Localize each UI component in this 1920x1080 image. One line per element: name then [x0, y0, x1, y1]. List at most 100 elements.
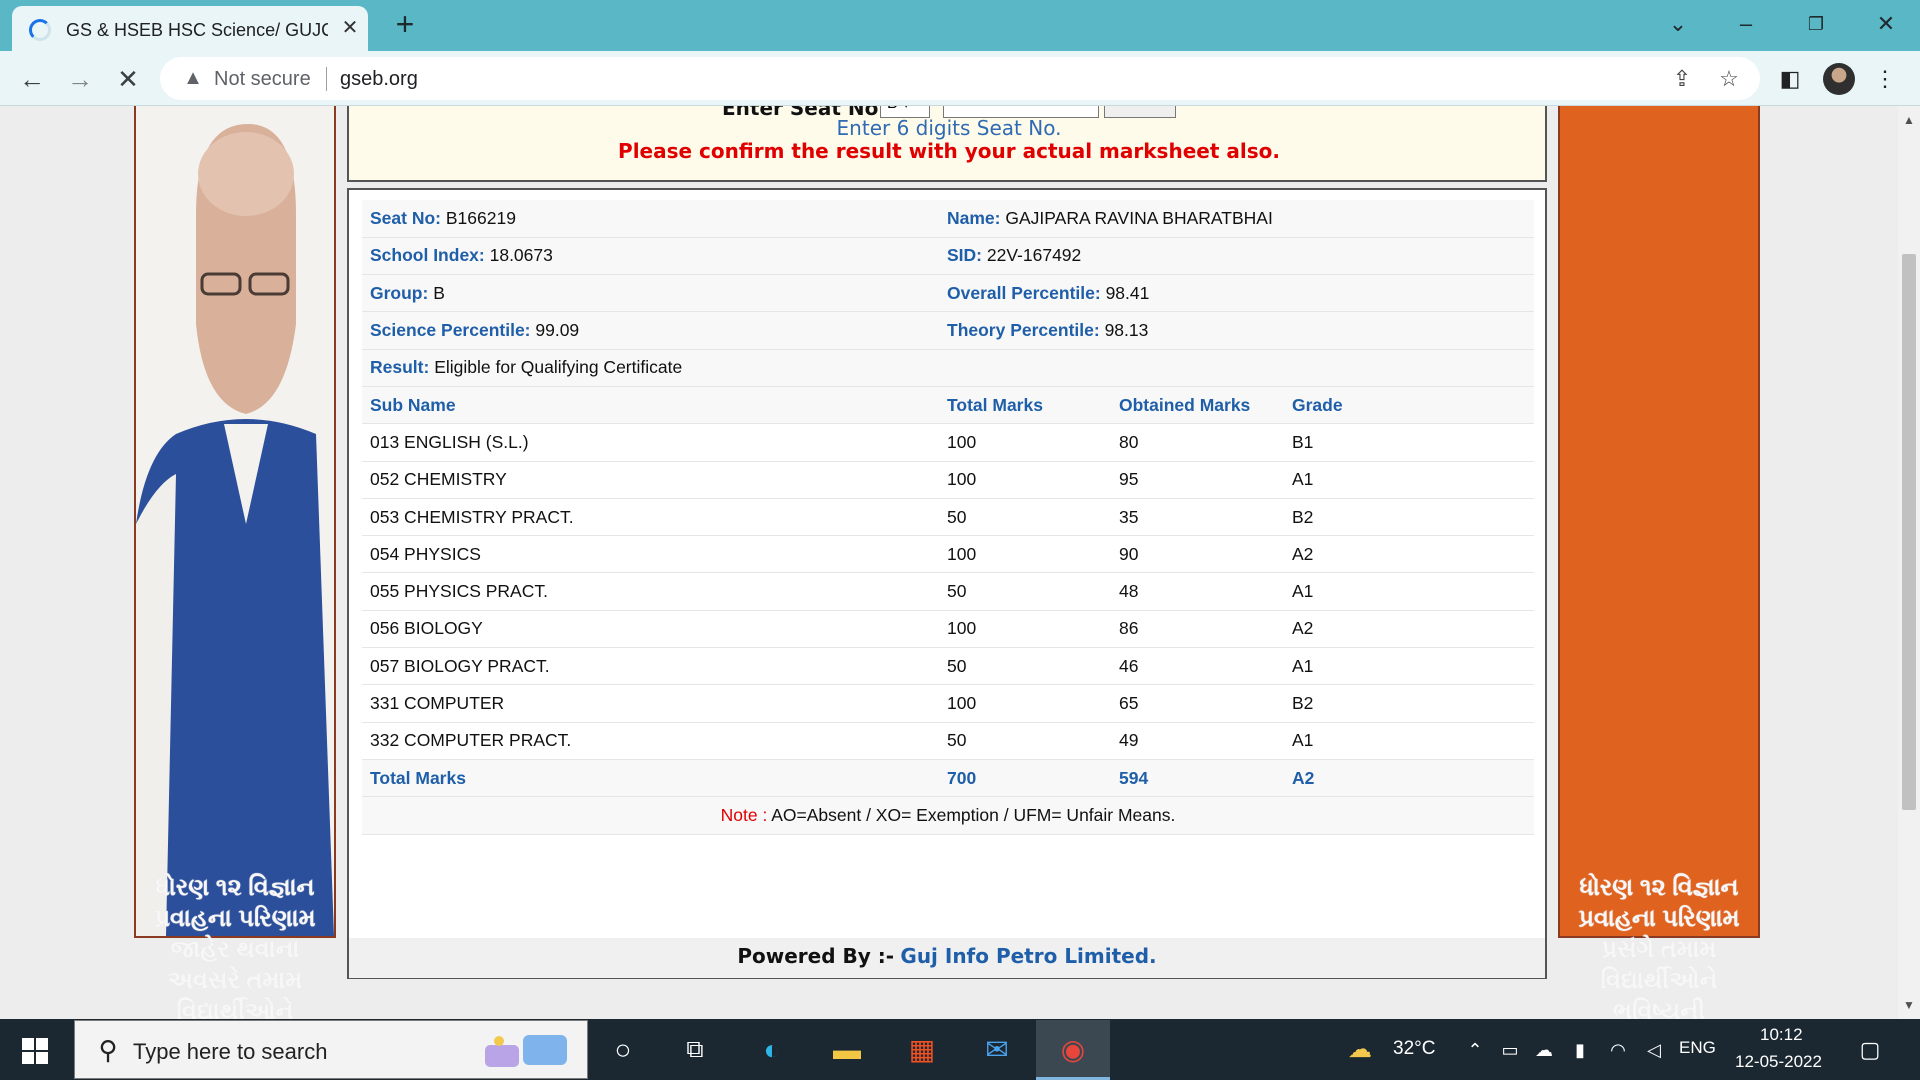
battery-icon[interactable]: ▮ — [1567, 1037, 1593, 1063]
theory-percentile-value: 98.13 — [1104, 320, 1149, 341]
windows-start-icon[interactable] — [22, 1038, 48, 1064]
new-tab-button[interactable]: + — [388, 8, 422, 42]
info-row: Group: B Overall Percentile: 98.41 — [362, 274, 1534, 313]
side-panel-icon[interactable]: ◧ — [1773, 62, 1807, 96]
info-row: School Index: 18.0673 SID: 22V-167492 — [362, 237, 1534, 276]
subject-name: 013 ENGLISH (S.L.) — [362, 423, 939, 462]
col-header-obtained: Obtained Marks — [1111, 386, 1284, 425]
forward-button[interactable]: → — [62, 61, 98, 97]
subject-grade: A1 — [1284, 572, 1534, 611]
name-label: Name: — [947, 207, 1001, 228]
total-max-marks: 700 — [939, 759, 1111, 798]
warning-triangle-icon[interactable]: ▲ — [182, 67, 204, 89]
info-row: Seat No: B166219 Name: GAJIPARA RAVINA B… — [362, 200, 1534, 238]
subject-row: 054 PHYSICS 100 90 A2 — [362, 535, 1534, 574]
right-greeting-line: ધોરણ ૧૨ વિજ્ઞાન — [1579, 874, 1739, 901]
leader-portrait-image — [134, 106, 336, 938]
temperature-text[interactable]: 32°C — [1393, 1038, 1435, 1060]
note-cell: Note : AO=Absent / XO= Exemption / UFM= … — [362, 796, 1534, 835]
browser-tab[interactable]: GS & HSEB HSC Science/ GUJCET ✕ — [12, 6, 368, 51]
browser-tab-strip: GS & HSEB HSC Science/ GUJCET ✕ + ⌄ – ❐ … — [0, 0, 1920, 51]
right-greeting-line: પ્રસંગે તમામ — [1601, 936, 1717, 963]
mail-icon[interactable]: ✉ — [977, 1031, 1017, 1069]
subject-obtained: 80 — [1111, 423, 1284, 462]
right-greeting-line: વિદ્યાર્થીઓને — [1600, 967, 1718, 994]
share-icon[interactable]: ⇪ — [1668, 65, 1696, 93]
page-scrollbar[interactable]: ▲ ▼ — [1898, 106, 1920, 1019]
stop-loading-button[interactable]: ✕ — [110, 61, 146, 97]
left-greeting-line: અવસરે તમામ — [167, 967, 303, 994]
col-header-grade: Grade — [1284, 386, 1534, 425]
result-label: Result: — [370, 357, 430, 378]
meet-now-icon[interactable]: ▭ — [1497, 1037, 1523, 1063]
close-window-button[interactable]: ✕ — [1868, 6, 1904, 42]
scroll-down-icon[interactable]: ▼ — [1898, 995, 1920, 1015]
notification-center-icon[interactable]: ▢ — [1857, 1037, 1883, 1063]
note-row: Note : AO=Absent / XO= Exemption / UFM= … — [362, 796, 1534, 835]
file-explorer-icon[interactable]: ▬ — [827, 1031, 867, 1069]
url-text[interactable]: gseb.org — [340, 68, 418, 91]
col-header-total: Total Marks — [939, 386, 1111, 425]
search-highlight-icon — [485, 1035, 567, 1067]
note-text: AO=Absent / XO= Exemption / UFM= Unfair … — [771, 804, 1176, 825]
close-tab-icon[interactable]: ✕ — [338, 16, 362, 40]
theory-percentile-label: Theory Percentile: — [947, 320, 1100, 341]
tab-title: GS & HSEB HSC Science/ GUJCET — [66, 20, 328, 40]
subject-name: 054 PHYSICS — [362, 535, 939, 574]
note-label: Note : — [720, 804, 768, 825]
onedrive-icon[interactable]: ☁ — [1531, 1037, 1557, 1063]
subject-total: 100 — [939, 423, 1111, 462]
profile-avatar[interactable] — [1823, 63, 1855, 95]
cortana-icon[interactable]: ○ — [603, 1031, 643, 1069]
student-name: GAJIPARA RAVINA BHARATBHAI — [1005, 207, 1273, 228]
task-view-icon[interactable]: ⧉ — [675, 1031, 715, 1069]
scroll-up-icon[interactable]: ▲ — [1898, 110, 1920, 130]
subject-grade: A1 — [1284, 647, 1534, 686]
subject-row: 056 BIOLOGY 100 86 A2 — [362, 610, 1534, 649]
powered-by-link[interactable]: Guj Info Petro Limited. — [900, 944, 1156, 968]
tab-search-chevron-icon[interactable]: ⌄ — [1660, 6, 1696, 42]
seat-no-label: Seat No: — [370, 207, 441, 228]
result-value: Eligible for Qualifying Certificate — [434, 357, 683, 378]
seat-series-value: B — [887, 106, 898, 112]
group-value: B — [433, 282, 445, 303]
show-hidden-icons-chevron[interactable]: ⌃ — [1462, 1037, 1488, 1063]
school-index-value: 18.0673 — [489, 245, 553, 266]
address-bar[interactable]: ▲ Not secure gseb.org ⇪ ☆ — [160, 57, 1760, 100]
clock-date[interactable]: 12-05-2022 — [1735, 1052, 1822, 1072]
star-icon[interactable]: ☆ — [1715, 65, 1743, 93]
restore-button[interactable]: ❐ — [1798, 6, 1834, 42]
weather-icon[interactable]: ☁ — [1347, 1037, 1373, 1063]
windows-taskbar: ⚲ Type here to search ○ ⧉ ◐ ▬ ▦ ✉ ◉ ☁ 32… — [0, 1019, 1920, 1080]
edge-browser-icon[interactable]: ◐ — [752, 1031, 792, 1069]
microsoft-store-icon[interactable]: ▦ — [902, 1031, 942, 1069]
group-label: Group: — [370, 282, 429, 303]
subject-row: 053 CHEMISTRY PRACT. 50 35 B2 — [362, 498, 1534, 537]
subject-obtained: 49 — [1111, 722, 1284, 760]
overall-percentile-value: 98.41 — [1105, 282, 1150, 303]
volume-icon[interactable]: ◁ — [1641, 1037, 1667, 1063]
scroll-thumb[interactable] — [1902, 254, 1916, 810]
taskbar-search-box[interactable]: ⚲ Type here to search — [74, 1020, 588, 1079]
sid-label: SID: — [947, 245, 982, 266]
total-grade: A2 — [1284, 759, 1534, 798]
result-card: Seat No: B166219 Name: GAJIPARA RAVINA B… — [347, 188, 1547, 979]
minimize-button[interactable]: – — [1728, 6, 1764, 42]
col-header-subject: Sub Name — [362, 386, 939, 425]
subject-grade: A1 — [1284, 722, 1534, 760]
chrome-taskbar-button[interactable]: ◉ — [1036, 1020, 1110, 1080]
clock-time[interactable]: 10:12 — [1760, 1025, 1803, 1045]
subject-row: 052 CHEMISTRY 100 95 A1 — [362, 461, 1534, 499]
subject-total: 100 — [939, 535, 1111, 574]
kebab-menu-icon[interactable]: ⋮ — [1868, 62, 1902, 96]
seat-no-value: B166219 — [445, 207, 516, 228]
subject-obtained: 90 — [1111, 535, 1284, 574]
left-greeting-line: જાહેર થવાના — [170, 936, 300, 963]
left-greeting-text: ધોરણ ૧૨ વિજ્ઞાન પ્રવાહના પરિણામ જાહેર થવ… — [115, 872, 355, 1019]
language-indicator[interactable]: ENG — [1679, 1038, 1716, 1058]
search-icon: ⚲ — [98, 1035, 118, 1065]
back-button[interactable]: ← — [14, 61, 50, 97]
wifi-icon[interactable]: ◠ — [1605, 1037, 1631, 1063]
security-label[interactable]: Not secure — [214, 68, 311, 91]
total-obtained-marks: 594 — [1111, 759, 1284, 798]
